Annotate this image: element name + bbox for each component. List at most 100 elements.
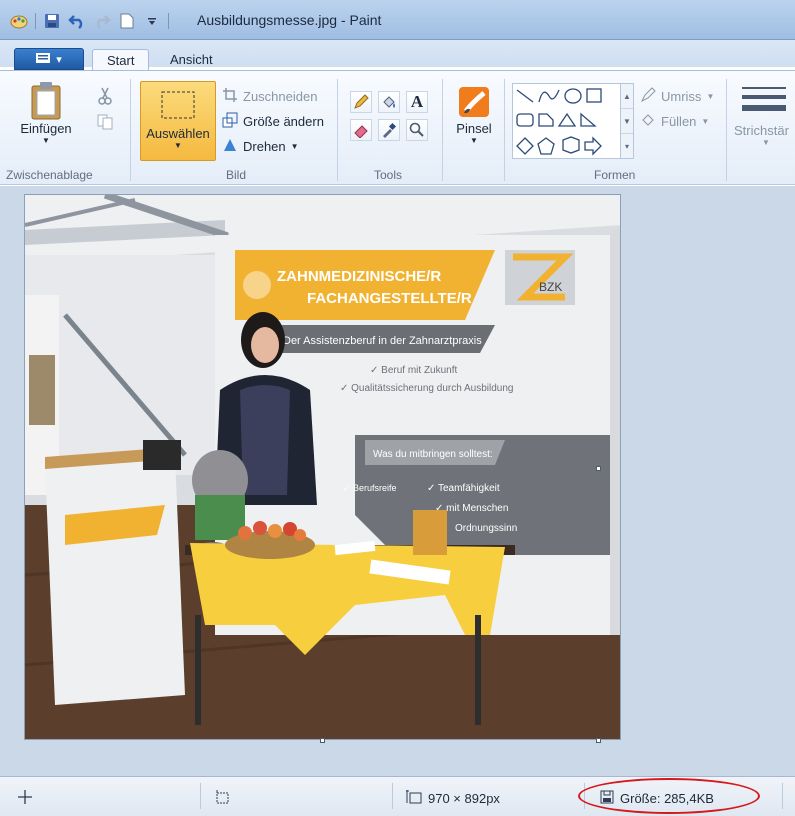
selection-size xyxy=(216,790,230,807)
text-tool-icon[interactable]: A xyxy=(406,91,428,113)
chevron-down-icon: ▼ xyxy=(706,91,715,101)
paste-button[interactable]: Einfügen ▼ xyxy=(18,81,74,145)
cut-icon[interactable] xyxy=(94,85,116,107)
scroll-up-icon[interactable]: ▲ xyxy=(621,84,633,109)
cursor-position xyxy=(18,790,32,807)
bzk-logo-text: BZK xyxy=(539,280,562,294)
group-separator xyxy=(130,79,131,181)
banner-bullet-1: ✓ Beruf mit Zukunft xyxy=(370,365,458,376)
status-separator xyxy=(200,783,201,809)
undo-icon[interactable] xyxy=(68,12,86,30)
image-dimensions-text: 970 × 892px xyxy=(428,791,500,806)
chevron-down-icon: ▼ xyxy=(470,136,478,145)
outline-button[interactable]: Umriss ▼ xyxy=(640,85,714,107)
brushes-button[interactable]: Pinsel ▼ xyxy=(450,81,498,145)
select-label: Auswählen xyxy=(146,126,210,141)
resize-icon xyxy=(222,112,238,131)
outline-icon xyxy=(640,86,656,106)
expand-gallery-icon[interactable]: ▾ xyxy=(621,134,633,158)
resize-handle-right[interactable] xyxy=(596,466,601,471)
file-menu-button[interactable]: ▾ xyxy=(14,48,84,70)
selection-size-icon xyxy=(216,790,230,807)
canvas-workspace[interactable]: ZAHNMEDIZINISCHE/R FACHANGESTELLTE/R BZK… xyxy=(0,186,795,776)
resize-label: Größe ändern xyxy=(243,113,324,129)
paint-app-icon[interactable] xyxy=(10,12,28,30)
crosshair-icon xyxy=(18,790,32,807)
menu-icon xyxy=(36,52,51,66)
customize-qat-icon[interactable] xyxy=(143,12,161,30)
clipboard-group-label: Zwischenablage xyxy=(6,168,93,182)
color-picker-icon[interactable] xyxy=(378,119,400,141)
crop-icon xyxy=(222,87,238,106)
clipboard-icon xyxy=(31,82,61,120)
fill-icon xyxy=(640,112,656,131)
pencil-icon[interactable] xyxy=(350,91,372,113)
requirement-1: ✓ Berufsreife xyxy=(343,483,397,493)
stroke-size-label: Strichstär xyxy=(734,123,789,138)
save-icon[interactable] xyxy=(43,12,61,30)
fill-button[interactable]: Füllen ▼ xyxy=(640,110,709,132)
group-separator xyxy=(442,79,443,181)
chevron-down-icon: ▼ xyxy=(290,141,299,151)
canvas-image[interactable]: ZAHNMEDIZINISCHE/R FACHANGESTELLTE/R BZK… xyxy=(24,194,621,740)
resize-handle-bottom[interactable] xyxy=(320,738,325,743)
image-size-icon xyxy=(406,790,422,807)
banner-bullet-2: ✓ Qualitätssicherung durch Ausbildung xyxy=(340,383,513,394)
brushes-label: Pinsel xyxy=(456,121,492,136)
chevron-down-icon: ▾ xyxy=(56,53,62,66)
magnifier-icon[interactable] xyxy=(406,119,428,141)
quick-access-toolbar xyxy=(10,10,169,32)
stroke-size-icon xyxy=(742,87,786,111)
select-button[interactable]: Auswählen ▼ xyxy=(140,81,216,161)
banner-line1: ZAHNMEDIZINISCHE/R xyxy=(277,268,441,285)
group-separator xyxy=(337,79,338,181)
image-group-label: Bild xyxy=(226,168,247,182)
crop-button[interactable]: Zuschneiden xyxy=(222,85,317,107)
chevron-down-icon: ▼ xyxy=(42,136,50,145)
chevron-down-icon: ▼ xyxy=(174,141,182,150)
rotate-icon xyxy=(222,137,238,156)
fill-bucket-icon[interactable] xyxy=(378,91,400,113)
window-title: Ausbildungsmesse.jpg - Paint xyxy=(197,12,382,28)
group-separator xyxy=(726,79,727,181)
fill-label: Füllen xyxy=(661,113,697,129)
shapes-gallery[interactable] xyxy=(512,83,624,159)
ribbon: Einfügen ▼ Zwischenablage Auswählen ▼ Zu… xyxy=(0,70,795,185)
banner-line2: FACHANGESTELLTE/R xyxy=(307,290,472,307)
outline-label: Umriss xyxy=(661,88,702,104)
selection-rectangle-icon xyxy=(161,91,195,119)
tab-start[interactable]: Start xyxy=(92,49,150,71)
title-bar: Ausbildungsmesse.jpg - Paint xyxy=(0,0,795,40)
qat-separator xyxy=(35,13,36,29)
rotate-button[interactable]: Drehen ▼ xyxy=(222,135,299,157)
qat-separator xyxy=(168,13,169,29)
rotate-label: Drehen xyxy=(243,138,286,154)
tools-group-label: Tools xyxy=(374,168,403,182)
tab-ansicht[interactable]: Ansicht xyxy=(156,49,227,71)
copy-icon[interactable] xyxy=(94,111,116,133)
shapes-gallery-icons xyxy=(516,88,602,156)
status-separator xyxy=(782,783,783,809)
image-dimensions: 970 × 892px xyxy=(406,790,500,807)
shapes-group-label: Formen xyxy=(594,168,636,182)
file-size-highlight-ellipse xyxy=(578,778,760,814)
new-document-icon[interactable] xyxy=(118,12,136,30)
stroke-size-button[interactable]: Strichstär ▼ xyxy=(734,85,795,147)
requirement-4: Ordnungssinn xyxy=(455,523,517,534)
resize-button[interactable]: Größe ändern xyxy=(222,110,324,132)
eraser-icon[interactable] xyxy=(350,119,372,141)
status-separator xyxy=(392,783,393,809)
requirement-2: ✓ Teamfähigkeit xyxy=(427,483,500,494)
crop-label: Zuschneiden xyxy=(243,88,318,104)
banner-subtitle: Der Assistenzberuf in der Zahnarztpraxis xyxy=(283,335,482,347)
booth-photo: ZAHNMEDIZINISCHE/R FACHANGESTELLTE/R BZK… xyxy=(25,195,620,739)
chevron-down-icon: ▼ xyxy=(762,138,770,147)
scroll-down-icon[interactable]: ▼ xyxy=(621,109,633,134)
redo-icon[interactable] xyxy=(93,12,111,30)
paste-label: Einfügen xyxy=(20,121,72,136)
shapes-gallery-scroll[interactable]: ▲ ▼ ▾ xyxy=(620,83,634,159)
chevron-down-icon: ▼ xyxy=(701,116,710,126)
resize-handle-corner[interactable] xyxy=(596,738,601,743)
requirements-title: Was du mitbringen solltest: xyxy=(373,449,493,460)
group-separator xyxy=(504,79,505,181)
